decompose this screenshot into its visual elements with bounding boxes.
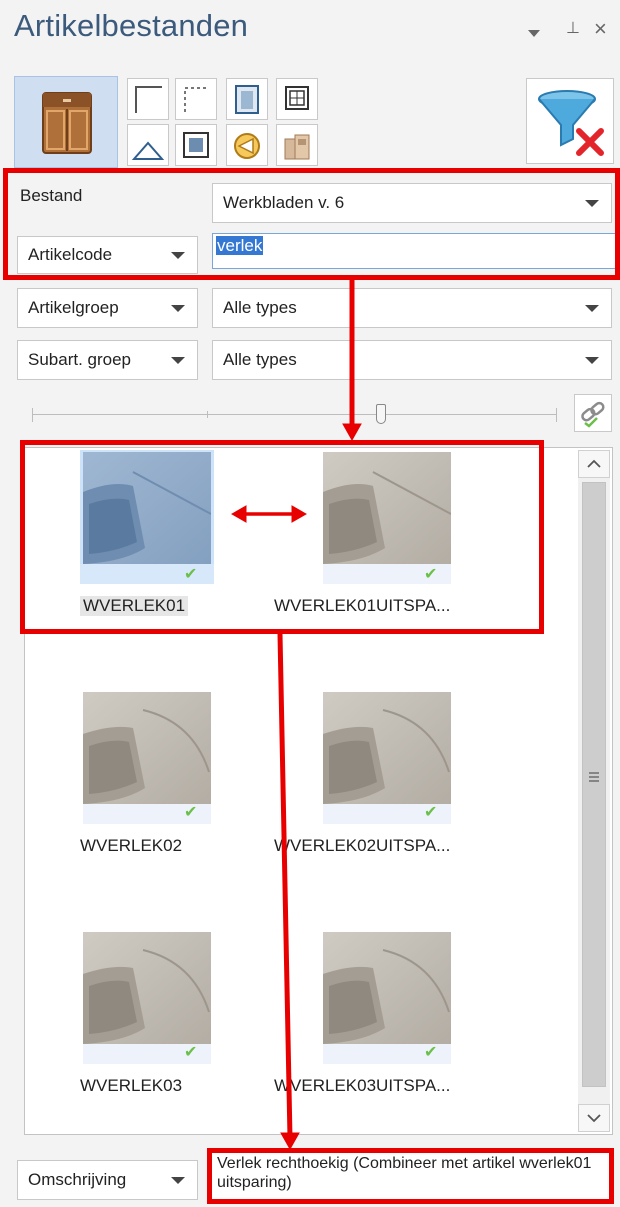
annotation-arrows	[230, 280, 362, 1151]
